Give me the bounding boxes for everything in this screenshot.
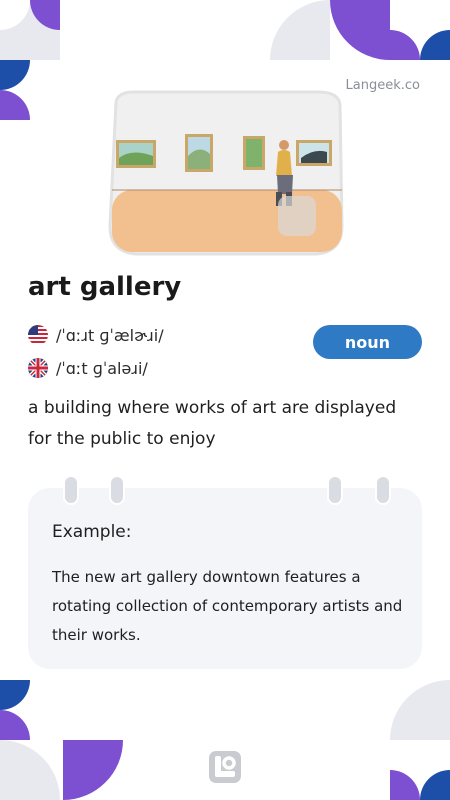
langeek-logo-icon <box>209 751 241 783</box>
corner-decoration-top-left <box>0 0 60 120</box>
card-ring-2 <box>109 475 125 505</box>
pronunciation-us-text: /ˈɑːɹt ɡˈælɚɹi/ <box>56 325 164 345</box>
corner-decoration-bottom-right <box>390 680 450 800</box>
corner-decoration-bottom-left <box>0 680 123 800</box>
card-ring-1 <box>63 475 79 505</box>
word-title: art gallery <box>28 272 182 302</box>
definition-text: a building where works of art are displa… <box>28 398 397 449</box>
art-gallery-illustration <box>108 90 344 256</box>
corner-decoration-top-right <box>270 0 450 60</box>
pronunciation-us[interactable]: /ˈɑːɹt ɡˈælɚɹi/ <box>28 324 164 346</box>
card-ring-4 <box>375 475 391 505</box>
uk-flag-icon <box>28 358 48 378</box>
example-sentence: The new art gallery downtown features a … <box>52 568 403 644</box>
us-flag-icon <box>28 325 48 345</box>
example-label: Example: <box>52 522 132 542</box>
card-ring-3 <box>327 475 343 505</box>
pronunciation-uk[interactable]: /ˈɑːt ɡˈaləɹi/ <box>28 357 148 379</box>
pronunciation-uk-text: /ˈɑːt ɡˈaləɹi/ <box>56 358 148 378</box>
brand-label: Langeek.co <box>345 78 420 93</box>
part-of-speech-badge[interactable]: noun <box>313 325 422 359</box>
